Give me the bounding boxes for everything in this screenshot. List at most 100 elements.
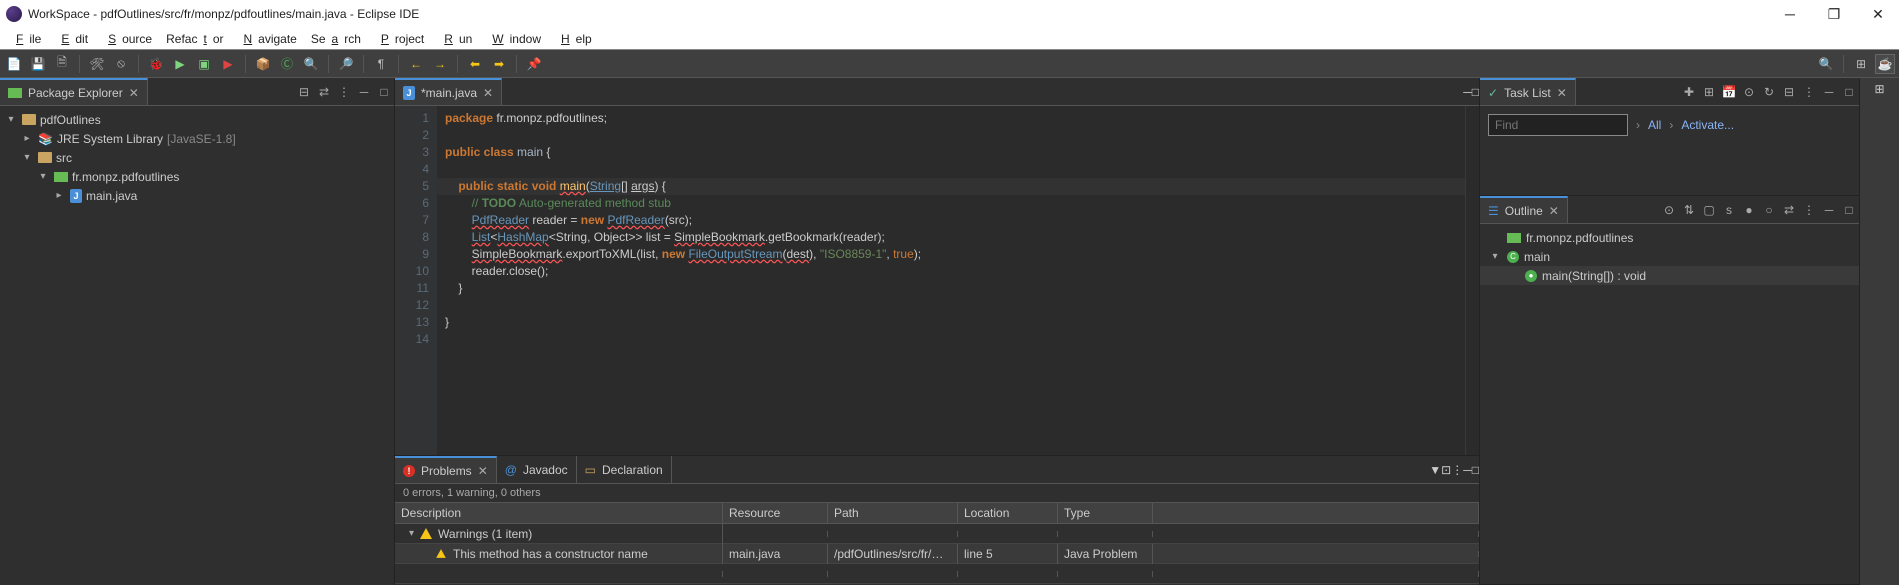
menu-run[interactable]: Run: [432, 30, 478, 48]
perspective-switcher-button[interactable]: ⊞: [1874, 82, 1884, 96]
minimize-view-button[interactable]: ─: [1819, 200, 1839, 220]
col-description[interactable]: Description: [395, 503, 723, 523]
task-activate-link[interactable]: Activate...: [1681, 118, 1734, 132]
open-type-button[interactable]: 🔍: [301, 54, 321, 74]
package-tree[interactable]: ▾ pdfOutlines ▸📚 JRE System Library [Jav…: [0, 106, 394, 585]
cat-button[interactable]: ⊞: [1699, 82, 1719, 102]
ext-tools-button[interactable]: ▶: [218, 54, 238, 74]
nav-back-button[interactable]: ⬅: [465, 54, 485, 74]
close-icon[interactable]: ✕: [1557, 86, 1567, 100]
javadoc-tab[interactable]: @ Javadoc: [497, 456, 577, 483]
new-class-button[interactable]: Ⓒ: [277, 54, 297, 74]
toggle-mark-button[interactable]: ¶: [371, 54, 391, 74]
view-menu-button[interactable]: ⋮: [1451, 463, 1463, 477]
hide-static-button[interactable]: s: [1719, 200, 1739, 220]
new-button[interactable]: 📄: [4, 54, 24, 74]
close-editor-icon[interactable]: ✕: [483, 86, 493, 100]
task-list-tab[interactable]: ✓ Task List ✕: [1480, 78, 1576, 105]
pin-editor-button[interactable]: 📌: [524, 54, 544, 74]
col-path[interactable]: Path: [828, 503, 958, 523]
tree-jre-row[interactable]: ▸📚 JRE System Library [JavaSE-1.8]: [0, 129, 394, 148]
sort-button[interactable]: ⇅: [1679, 200, 1699, 220]
build-button[interactable]: 🛠: [87, 54, 107, 74]
code-editor[interactable]: 1234567891011121314 package fr.monpz.pdf…: [395, 106, 1479, 455]
menu-file[interactable]: File: [4, 30, 47, 48]
menu-source[interactable]: Source: [96, 30, 158, 48]
menu-search[interactable]: Search: [305, 30, 367, 48]
java-perspective-button[interactable]: ☕: [1875, 54, 1895, 74]
debug-button[interactable]: 🐞: [146, 54, 166, 74]
sync-button[interactable]: ↻: [1759, 82, 1779, 102]
maximize-view-button[interactable]: □: [1839, 82, 1859, 102]
close-view-icon[interactable]: ✕: [129, 86, 139, 100]
tree-package-row[interactable]: ▾ fr.monpz.pdfoutlines: [0, 167, 394, 186]
editor-tab-main[interactable]: J *main.java ✕: [395, 78, 502, 105]
minimize-view-button[interactable]: ─: [354, 82, 374, 102]
back-button[interactable]: ←: [406, 54, 426, 74]
maximize-view-button[interactable]: □: [1839, 200, 1859, 220]
link-editor-button[interactable]: ⇄: [314, 82, 334, 102]
forward-button[interactable]: →: [430, 54, 450, 74]
outline-class-row[interactable]: ▾ C main: [1480, 247, 1859, 266]
overview-ruler[interactable]: [1465, 106, 1479, 455]
hide-local-button[interactable]: ○: [1759, 200, 1779, 220]
new-task-button[interactable]: ✚: [1679, 82, 1699, 102]
declaration-tab[interactable]: ▭ Declaration: [577, 456, 672, 483]
task-all-link[interactable]: All: [1648, 118, 1661, 132]
menu-help[interactable]: Help: [549, 30, 598, 48]
focus-button[interactable]: ⊡: [1441, 463, 1451, 477]
filter-button[interactable]: ▼: [1429, 463, 1441, 477]
hide-fields-button[interactable]: ▢: [1699, 200, 1719, 220]
nav-forward-button[interactable]: ➡: [489, 54, 509, 74]
quick-access-button[interactable]: 🔍: [1816, 54, 1836, 74]
outline-tree[interactable]: fr.monpz.pdfoutlines ▾ C main ● main(Str…: [1480, 224, 1859, 289]
focus-button[interactable]: ⊙: [1739, 82, 1759, 102]
sched-button[interactable]: 📅: [1719, 82, 1739, 102]
problems-group-row[interactable]: ▾ Warnings (1 item): [395, 524, 1479, 544]
skip-breakpoint-button[interactable]: ⦸: [111, 54, 131, 74]
focus-button[interactable]: ⊙: [1659, 200, 1679, 220]
menu-window[interactable]: Window: [480, 30, 547, 48]
maximize-button[interactable]: ❐: [1819, 6, 1849, 23]
minimize-view-button[interactable]: ─: [1819, 82, 1839, 102]
tree-file-row[interactable]: ▸J main.java: [0, 186, 394, 205]
minimize-button[interactable]: ─: [1775, 6, 1805, 22]
open-perspective-button[interactable]: ⊞: [1851, 54, 1871, 74]
maximize-editor-button[interactable]: □: [1472, 85, 1479, 99]
minimize-editor-button[interactable]: ─: [1463, 85, 1472, 99]
hide-nonpublic-button[interactable]: ●: [1739, 200, 1759, 220]
menu-refactor[interactable]: Refactor: [160, 30, 229, 48]
maximize-view-button[interactable]: □: [1472, 463, 1479, 477]
col-type[interactable]: Type: [1058, 503, 1153, 523]
save-button[interactable]: 💾: [28, 54, 48, 74]
outline-tab[interactable]: ☰ Outline ✕: [1480, 196, 1568, 223]
close-icon[interactable]: ✕: [1549, 204, 1559, 218]
save-all-button[interactable]: 🗎: [52, 54, 72, 74]
menu-edit[interactable]: Edit: [49, 30, 94, 48]
problems-header-row[interactable]: Description Resource Path Location Type: [395, 502, 1479, 524]
package-explorer-tab[interactable]: Package Explorer ✕: [0, 78, 148, 105]
close-button[interactable]: ✕: [1863, 6, 1893, 23]
run-button[interactable]: ▶: [170, 54, 190, 74]
maximize-view-button[interactable]: □: [374, 82, 394, 102]
search-button[interactable]: 🔎: [336, 54, 356, 74]
menu-navigate[interactable]: Navigate: [231, 30, 302, 48]
problems-row[interactable]: This method has a constructor name main.…: [395, 544, 1479, 564]
minimize-view-button[interactable]: ─: [1463, 463, 1472, 477]
outline-method-row[interactable]: ● main(String[]) : void: [1480, 266, 1859, 285]
close-icon[interactable]: ✕: [478, 464, 488, 478]
menu-project[interactable]: Project: [369, 30, 430, 48]
view-menu-button[interactable]: ⋮: [1799, 82, 1819, 102]
view-menu-button[interactable]: ⋮: [1799, 200, 1819, 220]
collapse-button[interactable]: ⊟: [1779, 82, 1799, 102]
link-button[interactable]: ⇄: [1779, 200, 1799, 220]
col-location[interactable]: Location: [958, 503, 1058, 523]
new-package-button[interactable]: 📦: [253, 54, 273, 74]
collapse-all-button[interactable]: ⊟: [294, 82, 314, 102]
problems-tab[interactable]: ! Problems ✕: [395, 456, 497, 483]
outline-package-row[interactable]: fr.monpz.pdfoutlines: [1480, 228, 1859, 247]
view-menu-button[interactable]: ⋮: [334, 82, 354, 102]
tree-project-row[interactable]: ▾ pdfOutlines: [0, 110, 394, 129]
col-resource[interactable]: Resource: [723, 503, 828, 523]
task-find-input[interactable]: [1488, 114, 1628, 136]
